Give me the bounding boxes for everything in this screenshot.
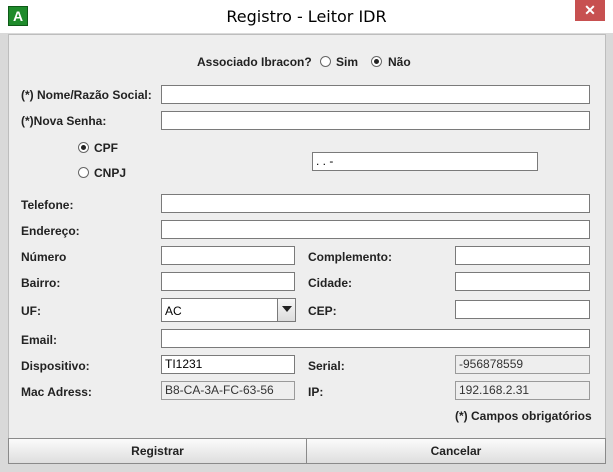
senha-label: (*)Nova Senha: bbox=[21, 114, 107, 128]
radio-sim[interactable] bbox=[320, 56, 331, 67]
radio-nao-label[interactable]: Não bbox=[388, 55, 411, 69]
complemento-input[interactable] bbox=[455, 246, 590, 265]
ip-field: 192.168.2.31 bbox=[455, 381, 590, 400]
numero-input[interactable] bbox=[161, 246, 295, 265]
senha-input[interactable] bbox=[161, 111, 590, 130]
uf-select[interactable]: AC bbox=[161, 298, 296, 322]
dispositivo-label: Dispositivo: bbox=[21, 359, 90, 373]
cep-label: CEP: bbox=[308, 304, 337, 318]
cep-input[interactable] bbox=[455, 300, 590, 319]
associado-label: Associado Ibracon? bbox=[197, 55, 312, 69]
mac-address-field: B8-CA-3A-FC-63-56 bbox=[161, 381, 295, 400]
serial-field: -956878559 bbox=[455, 355, 590, 374]
complemento-label: Complemento: bbox=[308, 250, 392, 264]
uf-selected-value: AC bbox=[165, 304, 182, 318]
radio-cnpj[interactable] bbox=[78, 167, 89, 178]
mac-label: Mac Adress: bbox=[21, 385, 92, 399]
telefone-input[interactable] bbox=[161, 194, 590, 213]
email-label: Email: bbox=[21, 333, 58, 347]
cidade-label: Cidade: bbox=[308, 276, 353, 290]
close-button[interactable]: ✕ bbox=[575, 0, 605, 21]
nome-label: (*) Nome/Razão Social: bbox=[21, 88, 152, 102]
radio-cpf[interactable] bbox=[78, 142, 89, 153]
chevron-down-icon[interactable] bbox=[277, 299, 295, 321]
cancel-button[interactable]: Cancelar bbox=[306, 438, 606, 464]
register-button[interactable]: Registrar bbox=[8, 438, 307, 464]
bairro-label: Bairro: bbox=[21, 276, 61, 290]
cpf-cnpj-input[interactable]: . . - bbox=[312, 152, 538, 171]
bairro-input[interactable] bbox=[161, 272, 295, 291]
radio-cpf-label[interactable]: CPF bbox=[94, 141, 118, 155]
dispositivo-input[interactable]: TI1231 bbox=[161, 355, 295, 374]
ip-label: IP: bbox=[308, 385, 324, 399]
title-bar: A Registro - Leitor IDR ✕ bbox=[0, 0, 613, 33]
radio-sim-label[interactable]: Sim bbox=[336, 55, 358, 69]
cidade-input[interactable] bbox=[455, 272, 590, 291]
nome-input[interactable] bbox=[161, 85, 590, 104]
serial-label: Serial: bbox=[308, 359, 345, 373]
numero-label: Número bbox=[21, 250, 67, 264]
email-input[interactable] bbox=[161, 329, 590, 348]
telefone-label: Telefone: bbox=[21, 198, 74, 212]
radio-nao[interactable] bbox=[371, 56, 382, 67]
radio-cnpj-label[interactable]: CNPJ bbox=[94, 166, 126, 180]
required-fields-note: (*) Campos obrigatórios bbox=[455, 409, 592, 423]
endereco-label: Endereço: bbox=[21, 224, 80, 238]
uf-label: UF: bbox=[21, 304, 41, 318]
window-title: Registro - Leitor IDR bbox=[226, 7, 387, 26]
endereco-input[interactable] bbox=[161, 220, 590, 239]
